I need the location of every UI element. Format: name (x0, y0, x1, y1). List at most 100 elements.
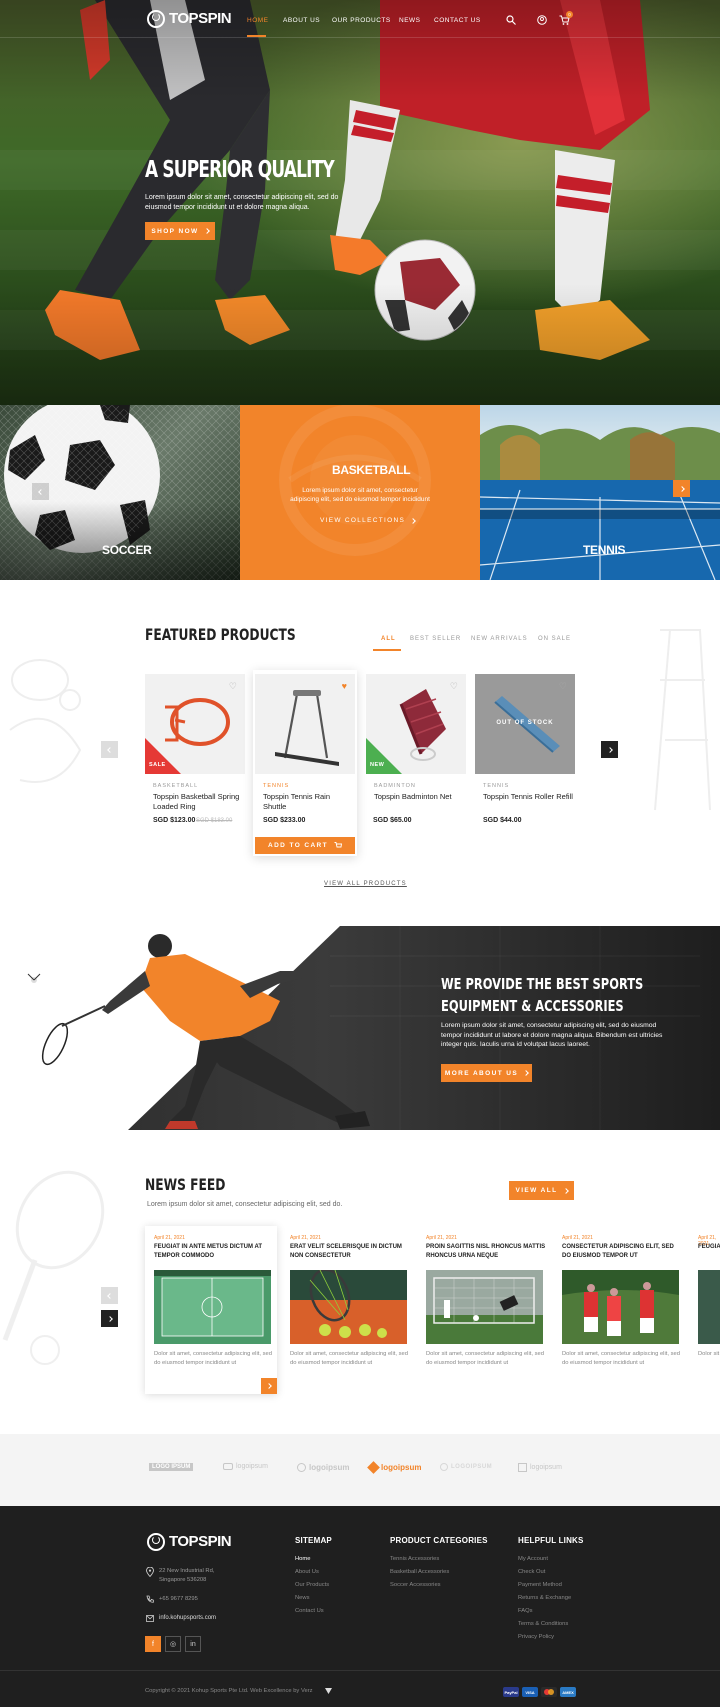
product-category: BASKETBALL (153, 783, 199, 789)
footer-link-faqs[interactable]: FAQs (518, 1608, 533, 1614)
chevron-right-icon (410, 517, 416, 524)
tab-new-arrivals[interactable]: NEW ARRIVALS (471, 636, 528, 642)
footer-link-terms-conditions[interactable]: Terms & Conditions (518, 1621, 568, 1627)
partner-logo-hover[interactable]: logoipsum (367, 1461, 421, 1474)
products-prev-button[interactable] (101, 741, 118, 758)
hero-overlay (0, 0, 720, 405)
news-card[interactable]: April 21, 2021 FEUGIAT TEMPOR Dolor sit … (689, 1226, 720, 1394)
decor-tennis-racket-sketch (2, 1170, 105, 1365)
category-basketball-title: BASKETBALL (332, 463, 411, 477)
footer-link-privacy-policy[interactable]: Privacy Policy (518, 1634, 554, 1640)
news-image[interactable] (154, 1270, 271, 1344)
wishlist-heart-icon[interactable]: ♡ (559, 681, 567, 692)
footer-link-basketball-accessories[interactable]: Basketball Accessories (390, 1569, 449, 1575)
product-card[interactable]: ♥ TENNIS Topspin Tennis Rain Shuttle (255, 674, 355, 854)
news-card[interactable]: April 21, 2021 ERAT VELIT SCELERISQUE IN… (281, 1226, 413, 1394)
cart-icon (334, 842, 343, 848)
wishlist-heart-icon[interactable]: ♡ (229, 681, 237, 692)
tab-best-seller[interactable]: BEST SELLER (410, 636, 461, 642)
wishlist-heart-filled-icon[interactable]: ♥ (342, 681, 347, 691)
footer-link-tennis-accessories[interactable]: Tennis Accessories (390, 1556, 439, 1562)
product-image[interactable]: SALE ♡ (145, 674, 245, 774)
news-read-more-button[interactable] (261, 1378, 277, 1394)
footer-link-contact-us[interactable]: Contact Us (295, 1608, 324, 1614)
product-image[interactable]: ♥ (255, 674, 355, 774)
product-card[interactable]: OUT OF STOCK ♡ TENNIS Topspin Tennis Rol… (475, 674, 575, 854)
partner-logo[interactable]: logoipsum (223, 1463, 268, 1470)
news-excerpt: Dolor sit amet, consectetur adipiscing e… (154, 1351, 272, 1366)
news-card[interactable]: April 21, 2021 PROIN SAGITTIS NISL RHONC… (417, 1226, 549, 1394)
footer-link-payment-method[interactable]: Payment Method (518, 1582, 562, 1588)
view-all-products-link[interactable]: VIEW ALL PRODUCTS (324, 881, 407, 887)
news-prev-button[interactable] (101, 1287, 118, 1304)
product-name[interactable]: Topspin Tennis Rain Shuttle (263, 792, 355, 811)
footer-brand-logo[interactable]: TOPSPIN (169, 1533, 232, 1550)
news-title[interactable]: FEUGIAT TEMPOR (698, 1243, 720, 1252)
partner-logo[interactable]: logoipsum (518, 1463, 562, 1472)
footer-link-our-products[interactable]: Our Products (295, 1582, 329, 1588)
tab-on-sale[interactable]: ON SALE (538, 636, 571, 642)
news-title[interactable]: PROIN SAGITTIS NISL RHONCUS MATTIS RHONC… (426, 1243, 546, 1261)
news-next-button[interactable] (101, 1310, 118, 1327)
instagram-icon[interactable]: ◎ (165, 1636, 181, 1652)
tab-all[interactable]: ALL (381, 636, 396, 642)
news-image[interactable] (426, 1270, 543, 1344)
news-title[interactable]: FEUGIAT IN ANTE METUS DICTUM AT TEMPOR C… (154, 1243, 274, 1261)
product-image[interactable]: NEW ♡ (366, 674, 466, 774)
slider-next-button[interactable] (673, 480, 690, 497)
footer-link-news[interactable]: News (295, 1595, 310, 1601)
news-image[interactable] (698, 1270, 720, 1344)
linkedin-icon[interactable]: in (185, 1636, 201, 1652)
partner-logo[interactable]: LOGO IPSUM (149, 1463, 194, 1471)
product-name[interactable]: Topspin Badminton Net (374, 792, 466, 802)
news-excerpt: Dolor sit amet, consectetur adipiscing e… (562, 1351, 680, 1366)
news-title[interactable]: CONSECTETUR ADIPISCING ELIT, SED DO EIUS… (562, 1243, 682, 1261)
news-image[interactable] (290, 1270, 407, 1344)
nav-news[interactable]: NEWS (399, 17, 421, 24)
product-name[interactable]: Topspin Tennis Roller Refill (483, 792, 575, 802)
product-name[interactable]: Topspin Basketball Spring Loaded Ring (153, 792, 245, 811)
nav-contact-us[interactable]: CONTACT US (434, 17, 481, 24)
news-card[interactable]: April 21, 2021 CONSECTETUR ADIPISCING EL… (553, 1226, 685, 1394)
category-tennis[interactable]: TENNIS (480, 405, 720, 580)
brand-logo[interactable]: TOPSPIN (169, 10, 232, 27)
more-about-us-button[interactable]: MORE ABOUT US (441, 1064, 532, 1082)
products-next-button[interactable] (601, 741, 618, 758)
footer-link-check-out[interactable]: Check Out (518, 1569, 545, 1575)
wishlist-heart-icon[interactable]: ♡ (450, 681, 458, 692)
facebook-icon[interactable]: f (145, 1636, 161, 1652)
verz-logo-icon[interactable] (325, 1688, 332, 1694)
add-to-cart-button[interactable]: ADD TO CART (255, 837, 355, 854)
news-image[interactable] (562, 1270, 679, 1344)
hero-title: A SUPERIOR QUALITY (145, 157, 335, 183)
partner-logo-box: LOGO IPSUM (149, 1463, 194, 1471)
email-icon (146, 1615, 154, 1622)
footer-link-my-account[interactable]: My Account (518, 1556, 548, 1562)
partner-logo[interactable]: logoipsum (297, 1463, 349, 1472)
footer-link-home[interactable]: Home (295, 1556, 310, 1562)
about-title-line2: EQUIPMENT & ACCESSORIES (441, 997, 624, 1015)
product-image[interactable]: OUT OF STOCK ♡ (475, 674, 575, 774)
chevron-right-icon (266, 1383, 272, 1389)
news-title[interactable]: ERAT VELIT SCELERISQUE IN DICTUM NON CON… (290, 1243, 410, 1261)
footer-link-soccer-accessories[interactable]: Soccer Accessories (390, 1582, 441, 1588)
product-card[interactable]: NEW ♡ BADMINTON Topspin Badminton Net (366, 674, 466, 854)
partner-logo[interactable]: LOGOIPSUM (440, 1463, 492, 1471)
nav-about-us[interactable]: ABOUT US (283, 17, 320, 24)
news-view-all-button[interactable]: VIEW ALL (509, 1181, 574, 1200)
shop-now-button[interactable]: SHOP NOW (145, 222, 215, 240)
nav-home[interactable]: HOME (247, 17, 269, 24)
news-card[interactable]: April 21, 2021 FEUGIAT IN ANTE METUS DIC… (145, 1226, 277, 1394)
account-icon[interactable] (537, 15, 547, 25)
logo-swirl-icon (152, 1536, 160, 1544)
footer-email[interactable]: info.kohupsports.com (159, 1615, 216, 1621)
view-collections-link[interactable]: VIEW COLLECTIONS (320, 517, 416, 524)
footer-phone[interactable]: +65 9677 8295 (159, 1596, 198, 1602)
category-basketball[interactable]: BASKETBALL Lorem ipsum dolor sit amet, c… (240, 405, 480, 580)
slider-prev-button[interactable] (32, 483, 49, 500)
footer-link-about-us[interactable]: About Us (295, 1569, 319, 1575)
search-icon[interactable] (506, 15, 516, 25)
nav-our-products[interactable]: OUR PRODUCTS (332, 17, 391, 24)
product-card[interactable]: SALE ♡ BASKETBALL Topspin Basketball Spr… (145, 674, 245, 854)
footer-link-returns-exchange[interactable]: Returns & Exchange (518, 1595, 571, 1601)
